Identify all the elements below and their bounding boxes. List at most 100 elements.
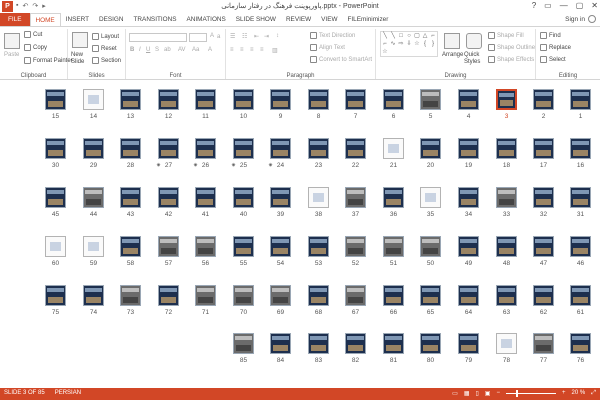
- font-size-select[interactable]: [189, 33, 207, 42]
- format-painter-button[interactable]: Format Painter: [24, 57, 73, 64]
- slide-thumbnail[interactable]: [458, 285, 479, 306]
- tab-animations[interactable]: ANIMATIONS: [182, 13, 231, 26]
- arrow-down-shape-icon[interactable]: ⇩: [405, 40, 413, 48]
- change-case-icon[interactable]: Aa: [192, 47, 199, 53]
- align-center-icon[interactable]: ≡: [240, 47, 244, 53]
- slide-thumbnail[interactable]: [420, 187, 441, 208]
- slide-thumbnail[interactable]: [270, 187, 291, 208]
- slide-thumbnail[interactable]: [308, 236, 329, 257]
- justify-icon[interactable]: ≡: [260, 47, 264, 53]
- slide-thumbnail[interactable]: [233, 138, 254, 159]
- slide-thumbnail[interactable]: [308, 138, 329, 159]
- quick-styles-button[interactable]: Quick Styles: [464, 52, 486, 66]
- slide-thumbnail[interactable]: [158, 89, 179, 110]
- slide-thumbnail[interactable]: [120, 285, 141, 306]
- slide-thumbnail[interactable]: [158, 138, 179, 159]
- slide-thumbnail[interactable]: [233, 236, 254, 257]
- slide-thumbnail[interactable]: [458, 138, 479, 159]
- slide-sorter-view-icon[interactable]: ▦: [464, 390, 470, 397]
- slide-thumbnail[interactable]: [345, 285, 366, 306]
- star-shape-icon[interactable]: ☆: [413, 40, 421, 48]
- tab-design[interactable]: DESIGN: [94, 13, 129, 26]
- slide-thumbnail[interactable]: [420, 236, 441, 257]
- slide-thumbnail[interactable]: [420, 138, 441, 159]
- slide-thumbnail[interactable]: [308, 89, 329, 110]
- slide-thumbnail[interactable]: [570, 138, 591, 159]
- increase-font-icon[interactable]: A: [210, 33, 214, 39]
- shape-outline-button[interactable]: Shape Outline: [488, 44, 535, 51]
- slide-thumbnail[interactable]: [345, 333, 366, 354]
- elbow-connector-icon[interactable]: ⌐: [381, 40, 389, 48]
- line-spacing-icon[interactable]: ↕: [276, 33, 279, 39]
- decrease-font-icon[interactable]: a: [217, 34, 220, 40]
- rectangle-shape-icon[interactable]: □: [397, 32, 405, 40]
- slide-thumbnail[interactable]: [420, 89, 441, 110]
- reading-view-icon[interactable]: ▯: [475, 390, 478, 397]
- slide-thumbnail[interactable]: [570, 236, 591, 257]
- slide-thumbnail[interactable]: [533, 138, 554, 159]
- oval-shape-icon[interactable]: ○: [405, 32, 413, 40]
- slide-thumbnail[interactable]: [533, 333, 554, 354]
- slide-thumbnail[interactable]: [533, 285, 554, 306]
- new-slide-button[interactable]: New Slide: [71, 52, 91, 66]
- brace-shape-icon[interactable]: {: [421, 40, 429, 48]
- slide-thumbnail[interactable]: [83, 89, 104, 110]
- slide-thumbnail[interactable]: [308, 187, 329, 208]
- brace-shape-icon[interactable]: }: [429, 40, 437, 48]
- slide-thumbnail[interactable]: [45, 89, 66, 110]
- minimize-icon[interactable]: —: [560, 1, 568, 10]
- slide-thumbnail[interactable]: [383, 138, 404, 159]
- curve-shape-icon[interactable]: ∿: [389, 40, 397, 48]
- slide-thumbnail[interactable]: [195, 89, 216, 110]
- fit-slide-icon[interactable]: ⤢: [591, 390, 596, 397]
- numbering-icon[interactable]: ☷: [242, 33, 247, 40]
- slide-thumbnail[interactable]: [195, 236, 216, 257]
- tab-insert[interactable]: INSERT: [61, 13, 94, 26]
- zoom-thumb[interactable]: [515, 389, 518, 397]
- zoom-out-icon[interactable]: −: [496, 390, 500, 396]
- shape-fill-button[interactable]: Shape Fill: [488, 32, 524, 39]
- align-left-icon[interactable]: ≡: [230, 47, 234, 53]
- convert-smartart-button[interactable]: Convert to SmartArt: [310, 56, 372, 63]
- shape-effects-button[interactable]: Shape Effects: [488, 56, 534, 63]
- slide-thumbnail[interactable]: [308, 285, 329, 306]
- triangle-shape-icon[interactable]: △: [421, 32, 429, 40]
- zoom-in-icon[interactable]: +: [562, 390, 566, 396]
- slide-thumbnail[interactable]: [270, 236, 291, 257]
- slide-thumbnail[interactable]: [383, 187, 404, 208]
- slide-thumbnail[interactable]: [458, 236, 479, 257]
- font-color-icon[interactable]: A: [208, 47, 212, 53]
- reset-button[interactable]: Reset: [92, 45, 117, 52]
- font-name-select[interactable]: [129, 33, 187, 42]
- slide-thumbnail[interactable]: [420, 333, 441, 354]
- quick-styles-icon[interactable]: [466, 33, 482, 49]
- slide-thumbnail[interactable]: [195, 285, 216, 306]
- align-right-icon[interactable]: ≡: [250, 47, 254, 53]
- decrease-indent-icon[interactable]: ⇤: [254, 33, 259, 40]
- slide-thumbnail[interactable]: [233, 285, 254, 306]
- bullets-icon[interactable]: ☰: [230, 33, 235, 40]
- tab-fileminimizer[interactable]: FILEminimizer: [343, 13, 394, 26]
- select-button[interactable]: Select: [540, 56, 566, 63]
- slide-thumbnail[interactable]: [233, 89, 254, 110]
- shadow-icon[interactable]: S: [155, 47, 159, 53]
- slide-thumbnail[interactable]: [345, 138, 366, 159]
- ribbon-display-options-icon[interactable]: ▭: [544, 1, 552, 10]
- char-spacing-icon[interactable]: AV: [178, 47, 186, 53]
- slide-thumbnail[interactable]: [458, 187, 479, 208]
- bold-icon[interactable]: B: [130, 47, 134, 53]
- tab-review[interactable]: REVIEW: [281, 13, 316, 26]
- slide-thumbnail[interactable]: [83, 285, 104, 306]
- slide-thumbnail[interactable]: [195, 138, 216, 159]
- normal-view-icon[interactable]: ▭: [452, 390, 458, 397]
- slide-thumbnail[interactable]: [158, 236, 179, 257]
- tab-transitions[interactable]: TRANSITIONS: [129, 13, 182, 26]
- tab-home[interactable]: HOME: [29, 13, 61, 26]
- feedback-smiley-icon[interactable]: [588, 15, 596, 23]
- arrange-icon[interactable]: [444, 33, 460, 49]
- animation-star-icon[interactable]: ✷: [231, 162, 236, 169]
- new-slide-icon[interactable]: [72, 32, 88, 48]
- slide-thumbnail[interactable]: [233, 187, 254, 208]
- rounded-rect-shape-icon[interactable]: ▢: [413, 32, 421, 40]
- slide-thumbnail[interactable]: [158, 285, 179, 306]
